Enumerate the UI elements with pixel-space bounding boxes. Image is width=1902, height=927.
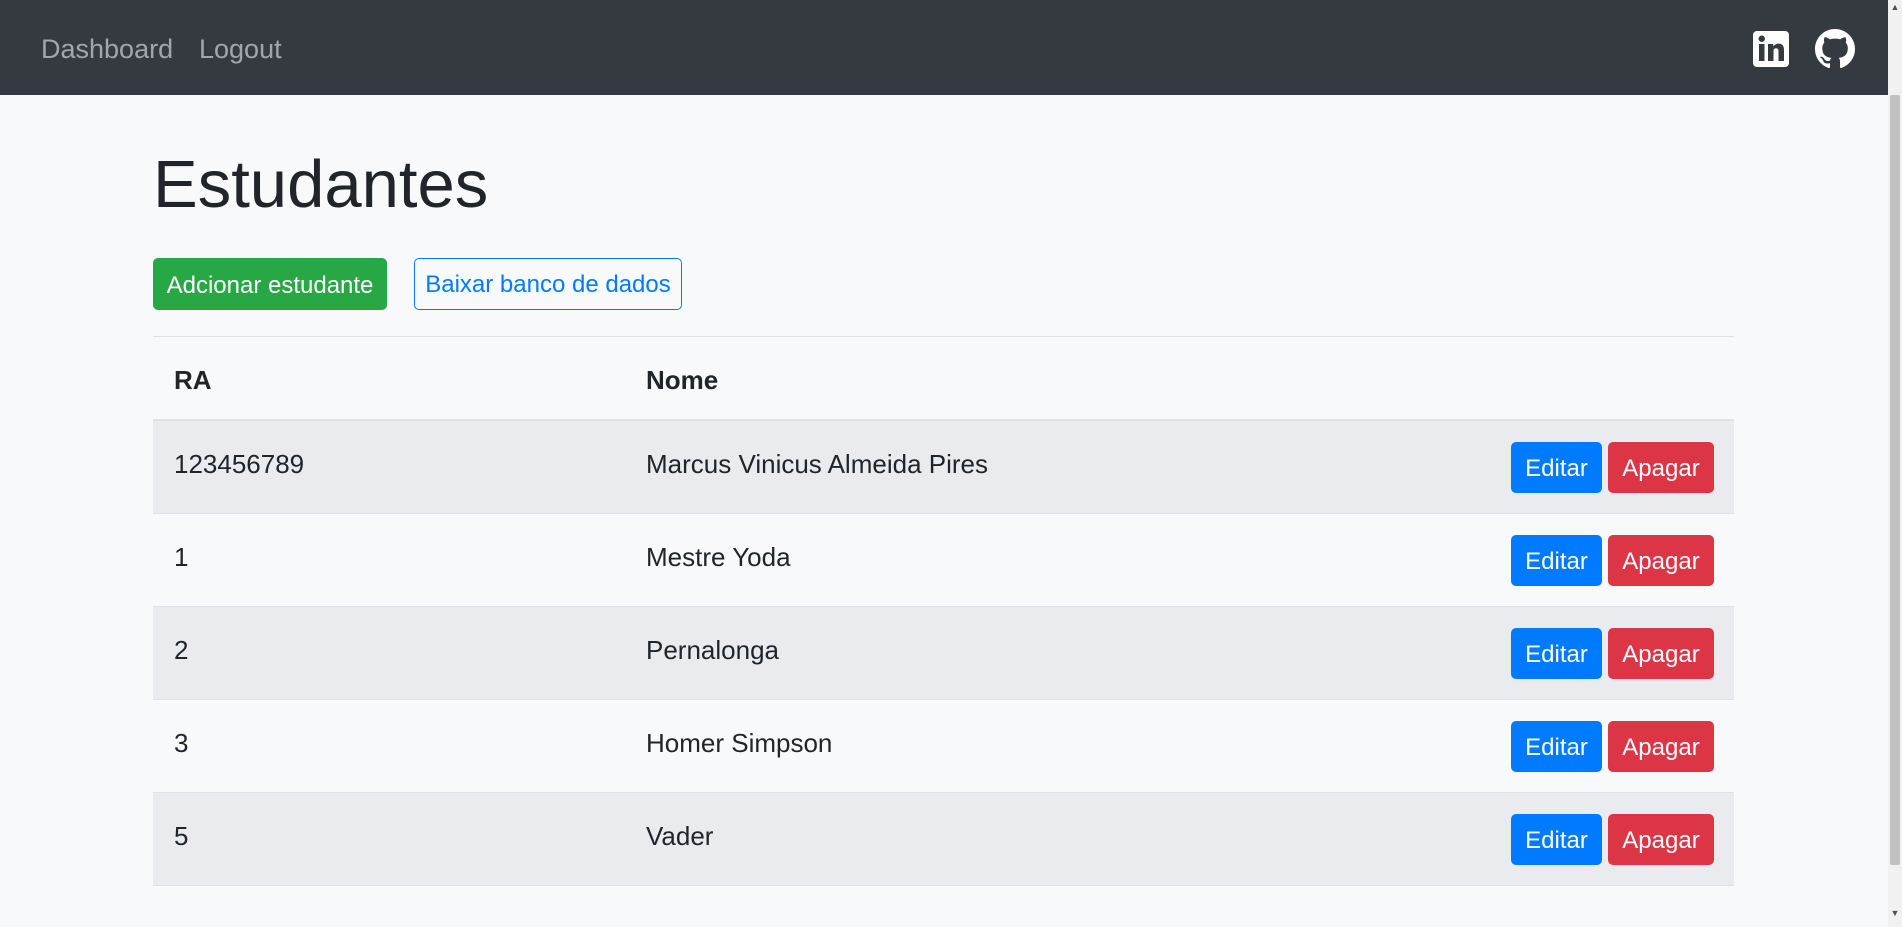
add-student-button[interactable]: Adcionar estudante [153, 258, 387, 310]
github-icon[interactable] [1815, 29, 1855, 69]
cell-ra: 2 [174, 635, 189, 665]
page: Dashboard Logout Estudantes Adcionar est… [0, 0, 1902, 927]
delete-button[interactable]: Apagar [1608, 814, 1714, 865]
delete-button[interactable]: Apagar [1608, 442, 1714, 493]
page-title: Estudantes [153, 147, 489, 222]
table-row: 3 Homer Simpson Editar Apagar [153, 700, 1734, 793]
edit-button[interactable]: Editar [1511, 721, 1602, 772]
cell-ra: 3 [174, 728, 189, 758]
column-header-nome: Nome [646, 365, 719, 395]
nav-link-dashboard[interactable]: Dashboard [41, 32, 173, 66]
cell-nome: Mestre Yoda [646, 542, 791, 572]
edit-button[interactable]: Editar [1511, 442, 1602, 493]
table-row: 2 Pernalonga Editar Apagar [153, 607, 1734, 700]
cell-nome: Pernalonga [646, 635, 779, 665]
scrollbar-thumb[interactable] [1890, 95, 1900, 865]
column-header-ra: RA [174, 365, 212, 395]
cell-nome: Vader [646, 821, 714, 851]
nav-link-logout[interactable]: Logout [199, 32, 282, 66]
students-table: RA Nome 123456789 Marcus Vinicus Almeida… [153, 336, 1734, 886]
table-row: 5 Vader Editar Apagar [153, 793, 1734, 886]
cell-ra: 1 [174, 542, 189, 572]
delete-button[interactable]: Apagar [1608, 628, 1714, 679]
top-navbar: Dashboard Logout [0, 0, 1888, 95]
table-row: 1 Mestre Yoda Editar Apagar [153, 514, 1734, 607]
delete-button[interactable]: Apagar [1608, 535, 1714, 586]
vertical-scrollbar[interactable]: ▲ ▼ [1888, 0, 1902, 927]
download-database-button[interactable]: Baixar banco de dados [414, 258, 682, 310]
delete-button[interactable]: Apagar [1608, 721, 1714, 772]
linkedin-icon[interactable] [1751, 29, 1791, 69]
edit-button[interactable]: Editar [1511, 535, 1602, 586]
scroll-up-icon[interactable]: ▲ [1888, 0, 1902, 14]
table-header: RA Nome [153, 337, 1734, 421]
cell-nome: Homer Simpson [646, 728, 833, 758]
cell-ra: 5 [174, 821, 189, 851]
edit-button[interactable]: Editar [1511, 628, 1602, 679]
cell-ra: 123456789 [174, 449, 305, 479]
scroll-down-icon[interactable]: ▼ [1888, 906, 1902, 920]
edit-button[interactable]: Editar [1511, 814, 1602, 865]
cell-nome: Marcus Vinicus Almeida Pires [646, 449, 988, 479]
table-row: 123456789 Marcus Vinicus Almeida Pires E… [153, 421, 1734, 514]
